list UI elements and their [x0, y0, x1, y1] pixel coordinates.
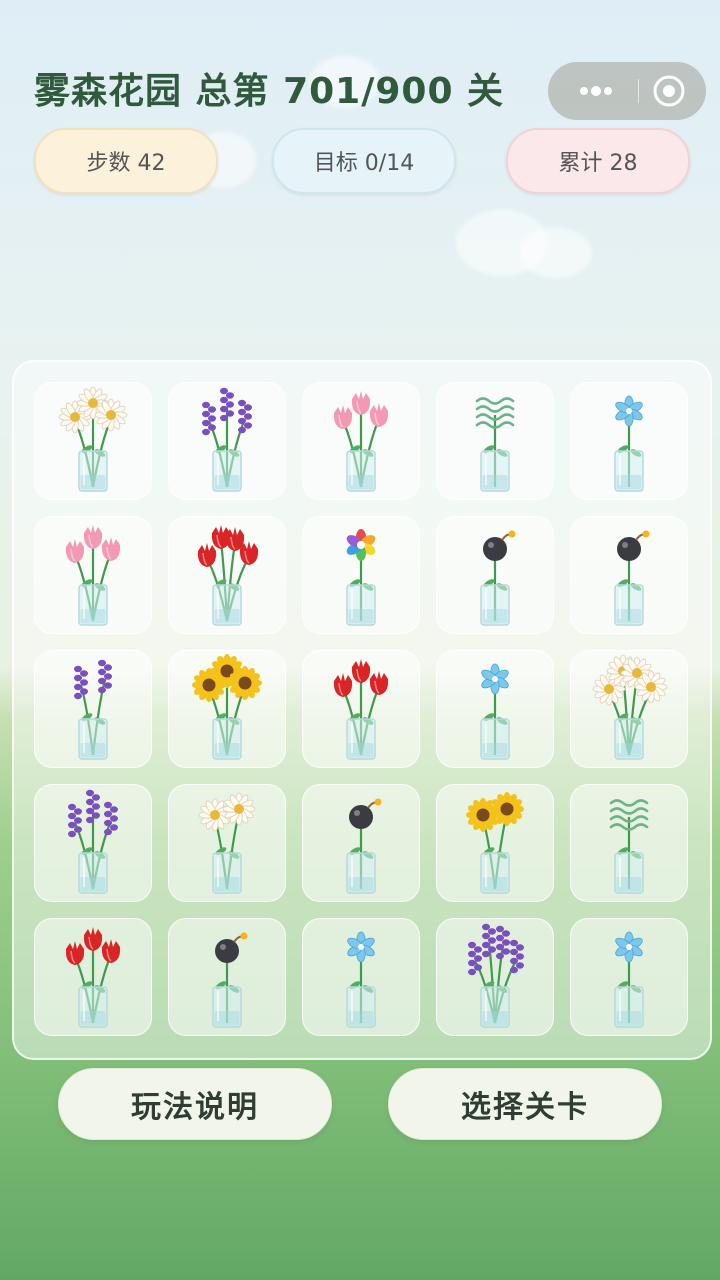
red-tulip-head: [369, 671, 389, 695]
blue-star-head: [481, 663, 509, 695]
vase-illustration: [346, 529, 376, 626]
red-tulip-head: [65, 941, 85, 965]
cloud-decoration: [520, 228, 592, 278]
vase-illustration: [466, 792, 524, 894]
vase-illustration: [333, 391, 389, 492]
vase-illustration: [346, 931, 376, 1028]
vase-illustration: [198, 792, 256, 894]
vase-illustration: [202, 387, 252, 492]
vase-cell-daisy[interactable]: [34, 382, 152, 500]
lavender-head: [220, 387, 234, 422]
capsule-divider: [638, 79, 639, 103]
vase-illustration: [192, 654, 262, 760]
pink-tulip-head: [369, 403, 389, 427]
vase-illustration: [346, 798, 382, 894]
vase-cell-lavender[interactable]: [168, 382, 286, 500]
blue-star-head: [347, 931, 375, 963]
vase-illustration: [333, 659, 389, 760]
pink-tulip-head: [351, 391, 371, 415]
more-icon[interactable]: [576, 72, 616, 110]
vase-illustration: [197, 525, 259, 626]
red-tulip-head: [101, 939, 121, 963]
vase-cell-rainbow-flower[interactable]: [302, 516, 420, 634]
vase-cell-bomb[interactable]: [302, 784, 420, 902]
pink-tulip-head: [333, 405, 353, 429]
vase-illustration: [480, 530, 516, 626]
lavender-head: [238, 399, 252, 434]
vase-cell-lavender[interactable]: [34, 650, 152, 768]
lavender-head: [202, 401, 216, 436]
vase-illustration: [592, 654, 668, 760]
vase-cell-wavy-grass[interactable]: [436, 382, 554, 500]
lavender-head: [510, 939, 524, 974]
close-icon[interactable]: [652, 74, 686, 108]
vase-illustration: [65, 525, 121, 626]
steps-counter: 步数 42: [34, 128, 218, 194]
red-tulip-head: [83, 927, 103, 951]
miniprogram-capsule: [548, 62, 706, 120]
red-tulip-head: [351, 659, 371, 683]
vase-cell-blue-star[interactable]: [570, 918, 688, 1036]
lavender-head: [98, 659, 112, 694]
lavender-head: [468, 941, 482, 976]
vase-illustration: [212, 932, 248, 1028]
select-level-button[interactable]: 选择关卡: [388, 1068, 662, 1140]
lavender-head: [74, 665, 88, 700]
goal-counter: 目标 0/14: [272, 128, 456, 194]
vase-cell-daisy[interactable]: [168, 784, 286, 902]
vase-illustration: [480, 663, 510, 760]
vase-cell-blue-star[interactable]: [570, 382, 688, 500]
pink-tulip-head: [101, 537, 121, 561]
red-tulip-head: [333, 673, 353, 697]
vase-cell-red-tulip[interactable]: [302, 650, 420, 768]
vase-cell-bomb[interactable]: [570, 516, 688, 634]
vase-illustration: [475, 397, 515, 492]
lavender-head: [482, 923, 496, 958]
vase-illustration: [614, 931, 644, 1028]
how-to-play-button[interactable]: 玩法说明: [58, 1068, 332, 1140]
bomb-head: [483, 530, 516, 561]
bomb-head: [215, 932, 248, 963]
total-counter: 累计 28: [506, 128, 690, 194]
vase-illustration: [65, 927, 121, 1028]
vase-cell-pink-tulip[interactable]: [302, 382, 420, 500]
lavender-head: [496, 925, 510, 960]
vase-cell-sunflower[interactable]: [168, 650, 286, 768]
vase-cell-bomb[interactable]: [168, 918, 286, 1036]
vase-illustration: [68, 789, 118, 894]
vase-cell-red-tulip[interactable]: [34, 918, 152, 1036]
lavender-head: [86, 789, 100, 824]
vase-illustration: [614, 530, 650, 626]
blue-star-head: [615, 395, 643, 427]
vase-cell-daisy[interactable]: [570, 650, 688, 768]
vase-illustration: [609, 799, 649, 894]
vase-cell-red-tulip[interactable]: [168, 516, 286, 634]
lavender-head: [68, 803, 82, 838]
bomb-head: [349, 798, 382, 829]
vase-cell-wavy-grass[interactable]: [570, 784, 688, 902]
pink-tulip-head: [83, 525, 103, 549]
red-tulip-head: [197, 543, 217, 567]
vase-illustration: [614, 395, 644, 492]
vase-cell-blue-star[interactable]: [302, 918, 420, 1036]
vase-illustration: [468, 923, 524, 1028]
vase-cell-pink-tulip[interactable]: [34, 516, 152, 634]
vase-illustration: [74, 659, 112, 760]
level-title: 雾森花园 总第 701/900 关: [34, 71, 505, 112]
vase-illustration: [58, 386, 128, 492]
vase-cell-bomb[interactable]: [436, 516, 554, 634]
vase-cell-lavender[interactable]: [34, 784, 152, 902]
vase-cell-blue-star[interactable]: [436, 650, 554, 768]
blue-star-head: [615, 931, 643, 963]
vase-cell-lavender[interactable]: [436, 918, 554, 1036]
lavender-head: [104, 801, 118, 836]
rainbow-flower-head: [346, 529, 376, 561]
game-board: [12, 360, 712, 1060]
vase-cell-sunflower[interactable]: [436, 784, 554, 902]
pink-tulip-head: [65, 539, 85, 563]
bomb-head: [617, 530, 650, 561]
